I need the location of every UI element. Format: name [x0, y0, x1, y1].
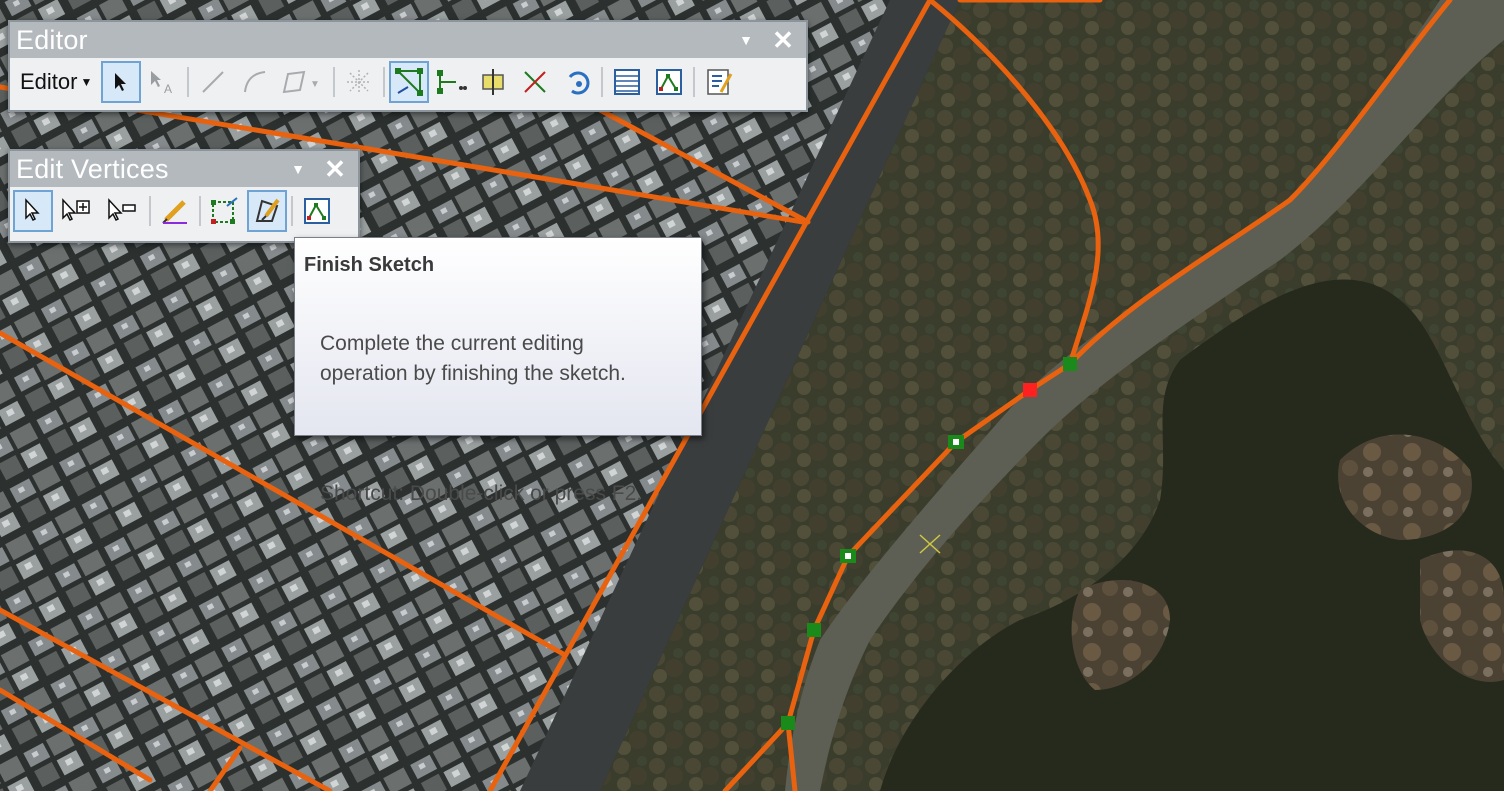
delete-vertex-button[interactable]	[101, 190, 145, 232]
edit-vertices-toolbar: Edit Vertices ▼ ✕	[8, 149, 360, 243]
edit-vertices-titlebar[interactable]: Edit Vertices ▼ ✕	[10, 151, 358, 187]
svg-text:▼: ▼	[310, 79, 320, 90]
close-icon[interactable]: ✕	[320, 151, 350, 187]
toolbar-options-icon[interactable]: ▼	[734, 22, 758, 58]
edit-vertices-tools	[10, 187, 358, 235]
arc-segment-icon	[244, 71, 266, 93]
reshape-feature-icon	[437, 70, 468, 94]
delete-vertex-icon	[108, 198, 136, 222]
endpoint-arc-button[interactable]	[235, 61, 275, 103]
close-icon[interactable]: ✕	[768, 22, 798, 58]
pointer-icon	[25, 198, 40, 222]
attributes-table-icon	[614, 69, 641, 95]
reshape-feature-button[interactable]	[431, 61, 471, 103]
sketch-properties-button[interactable]	[649, 61, 689, 103]
editor-toolbar-title: Editor	[16, 24, 88, 55]
editor-toolbar-titlebar[interactable]: Editor ▼ ✕	[10, 22, 806, 58]
attributes-button[interactable]	[607, 61, 647, 103]
tooltip-shortcut: Shortcut: Double-click or press F2.	[320, 482, 643, 505]
cut-polygons-button[interactable]	[339, 61, 379, 103]
trace-icon: ▼	[283, 70, 320, 94]
editor-toolbar: Editor ▼ ✕ Editor ▼ A ▼	[8, 20, 808, 112]
undo-button[interactable]	[557, 61, 597, 103]
split-icon	[482, 69, 505, 95]
pencil-icon	[162, 200, 187, 224]
tooltip-body: Complete the current editing operation b…	[320, 299, 700, 539]
finish-sketch-button[interactable]	[247, 190, 287, 232]
edit-vertices-button[interactable]	[389, 61, 430, 103]
add-vertex-button[interactable]	[55, 190, 99, 232]
vertex-green	[781, 716, 795, 730]
edit-vertices-icon	[395, 68, 424, 96]
straight-segment-icon	[202, 71, 225, 93]
editor-menu-button[interactable]: Editor ▼	[14, 61, 100, 103]
toolbar-options-icon[interactable]: ▼	[286, 151, 310, 187]
finish-sketch-tooltip: Finish Sketch Complete the current editi…	[294, 237, 702, 505]
vertex-green	[1063, 357, 1077, 371]
svg-text:A: A	[164, 82, 172, 95]
editor-toolbar-tools: Editor ▼ A ▼	[10, 58, 806, 106]
modify-sketch-vertices-button[interactable]	[13, 190, 53, 232]
edit-annotation-tool-button[interactable]: A	[143, 61, 183, 103]
editing-options-icon	[707, 69, 733, 95]
dropdown-icon: ▼	[80, 75, 93, 89]
rotate-tool-button[interactable]	[515, 61, 555, 103]
annotation-pointer-icon: A	[151, 71, 172, 95]
move-vertices-icon	[211, 197, 238, 224]
scissors-icon	[524, 71, 547, 93]
editor-menu-label: Editor	[20, 69, 78, 94]
cut-polygons-icon	[347, 70, 372, 94]
vertex-green	[807, 623, 821, 637]
rotate-icon	[569, 71, 590, 95]
sketch-properties-icon	[304, 198, 330, 224]
tooltip-description: Complete the current editing operation b…	[320, 332, 626, 385]
map-canvas[interactable]	[0, 0, 1504, 791]
add-vertex-icon	[62, 198, 90, 222]
change-segment-button[interactable]	[205, 190, 245, 232]
vertex-current-red	[1023, 383, 1037, 397]
tooltip-title: Finish Sketch	[304, 254, 435, 276]
continue-feature-button[interactable]	[155, 190, 195, 232]
sketch-properties-icon	[656, 69, 683, 95]
finish-sketch-icon	[255, 198, 280, 222]
trace-button[interactable]: ▼	[277, 61, 329, 103]
sketch-properties-button[interactable]	[297, 190, 337, 232]
editing-options-button[interactable]	[699, 61, 739, 103]
arrow-pointer-icon	[115, 73, 127, 91]
split-tool-button[interactable]	[473, 61, 513, 103]
edit-tool-button[interactable]	[101, 61, 142, 103]
straight-segment-button[interactable]	[193, 61, 233, 103]
edit-vertices-title: Edit Vertices	[16, 153, 169, 184]
